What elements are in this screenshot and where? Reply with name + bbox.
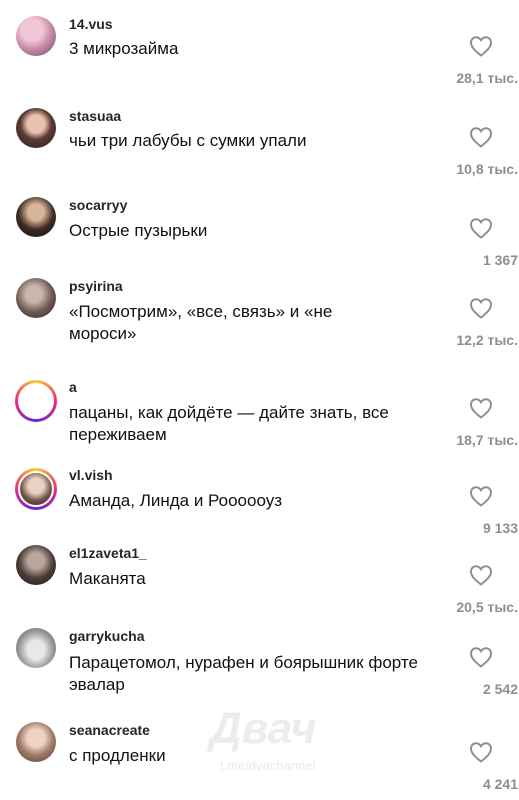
comment-username[interactable]: stasuaa bbox=[69, 108, 121, 124]
comment-text: 3 микрозайма bbox=[69, 39, 179, 58]
comment-item: socarryy Острые пузырьки 1 367 bbox=[0, 187, 519, 277]
comment-item: vl.vish Аманда, Линда и Роооооуз 9 133 bbox=[0, 460, 519, 545]
comment-text: Парацетомол, нурафен и боярышник форте э… bbox=[69, 653, 418, 694]
comment-username[interactable]: 14.vus bbox=[69, 16, 113, 32]
comment-item: garrykucha Парацетомол, нурафен и боярыш… bbox=[0, 628, 519, 716]
avatar[interactable] bbox=[16, 545, 56, 585]
comment-item: el1zaveta1_ Маканята 20,5 тыс. bbox=[0, 545, 519, 629]
comment-text: пацаны, как дойдёте — дайте знать, все п… bbox=[69, 403, 389, 444]
comment-username[interactable]: el1zaveta1_ bbox=[69, 545, 147, 561]
avatar-image bbox=[18, 383, 54, 419]
comment-text: с продленки bbox=[69, 746, 166, 765]
heart-icon[interactable] bbox=[469, 646, 493, 668]
like-count: 28,1 тыс. bbox=[456, 70, 518, 86]
like-count: 12,2 тыс. bbox=[456, 332, 518, 348]
avatar[interactable] bbox=[15, 468, 57, 510]
heart-icon[interactable] bbox=[469, 297, 493, 319]
heart-icon[interactable] bbox=[469, 741, 493, 763]
avatar[interactable] bbox=[16, 278, 56, 318]
avatar[interactable] bbox=[16, 628, 56, 668]
comment-item: psyirina «Посмотрим», «все, связь» и «не… bbox=[0, 268, 519, 370]
avatar-image bbox=[18, 471, 54, 507]
comment-username[interactable]: a bbox=[69, 379, 77, 395]
comment-text: чьи три лабубы с сумки упали bbox=[69, 131, 307, 150]
comment-username[interactable]: seanacreate bbox=[69, 722, 150, 738]
avatar[interactable] bbox=[16, 16, 56, 56]
heart-icon[interactable] bbox=[469, 397, 493, 419]
like-count: 10,8 тыс. bbox=[456, 161, 518, 177]
like-count: 2 542 bbox=[482, 681, 518, 697]
avatar[interactable] bbox=[16, 722, 56, 762]
heart-icon[interactable] bbox=[469, 217, 493, 239]
avatar[interactable] bbox=[16, 197, 56, 237]
avatar[interactable] bbox=[16, 108, 56, 148]
comment-text: «Посмотрим», «все, связь» и «не мороси» bbox=[69, 302, 333, 343]
comment-text: Острые пузырьки bbox=[69, 221, 208, 240]
comment-item: a пацаны, как дойдёте — дайте знать, все… bbox=[0, 370, 519, 460]
comment-username[interactable]: socarryy bbox=[69, 197, 127, 213]
like-count: 20,5 тыс. bbox=[456, 599, 518, 615]
comment-username[interactable]: psyirina bbox=[69, 278, 123, 294]
like-count: 4 241 bbox=[482, 776, 518, 792]
comment-text: Аманда, Линда и Роооооуз bbox=[69, 491, 283, 510]
heart-icon[interactable] bbox=[469, 126, 493, 148]
comment-username[interactable]: garrykucha bbox=[69, 628, 144, 644]
comment-item: 14.vus 3 микрозайма 28,1 тыс. bbox=[0, 0, 519, 92]
heart-icon[interactable] bbox=[469, 35, 493, 57]
like-count: 18,7 тыс. bbox=[456, 432, 518, 448]
heart-icon[interactable] bbox=[469, 564, 493, 586]
comment-username[interactable]: vl.vish bbox=[69, 467, 113, 483]
comment-item: stasuaa чьи три лабубы с сумки упали 10,… bbox=[0, 92, 519, 187]
comment-item: seanacreate с продленки 4 241 bbox=[0, 716, 519, 800]
like-count: 1 367 bbox=[482, 252, 518, 268]
like-count: 9 133 bbox=[482, 520, 518, 536]
heart-icon[interactable] bbox=[469, 485, 493, 507]
comment-text: Маканята bbox=[69, 569, 146, 588]
avatar[interactable] bbox=[15, 380, 57, 422]
